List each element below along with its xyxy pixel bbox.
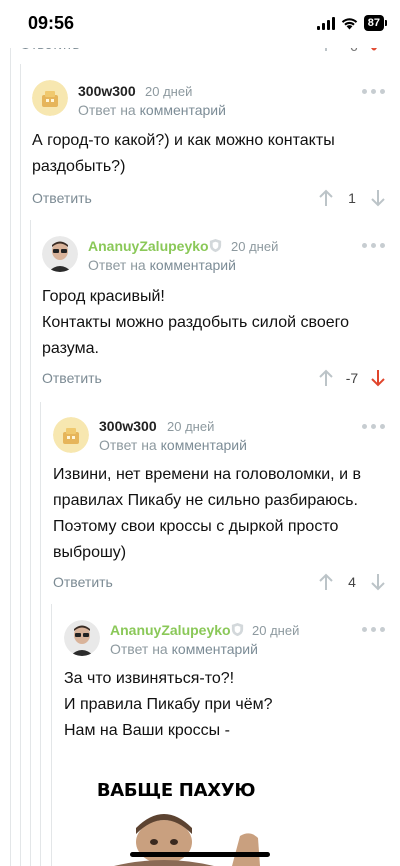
comment-line: Поэтому свои кроссы с дыркой просто — [53, 518, 339, 535]
meme-figure — [114, 814, 260, 866]
reply-to-prefix: Ответ на — [110, 641, 168, 657]
reply-to: Ответ на комментарий — [110, 641, 258, 657]
meme-image[interactable]: ВАБЩЕ ПАХУЮ — [64, 750, 288, 866]
reply-to-prefix: Ответ на — [99, 437, 157, 453]
avatar[interactable] — [42, 236, 78, 272]
reply-to: Ответ на комментарий — [99, 437, 247, 453]
reply-to-link[interactable]: комментарий — [161, 437, 247, 453]
status-bar: 09:56 87 — [0, 0, 400, 48]
avatar[interactable] — [53, 417, 89, 453]
comment-line: Город красивый! — [42, 288, 165, 305]
comment-line: выброшу) — [53, 544, 127, 561]
reply-to: Ответ на комментарий — [78, 102, 226, 118]
rating: 1 — [348, 190, 356, 206]
reply-to-prefix: Ответ на — [88, 257, 146, 273]
comment-line: А город-то какой?) и как можно контакты — [32, 132, 335, 149]
comment-date: 20 дней — [252, 623, 300, 638]
comment-author[interactable]: 300w300 — [99, 418, 157, 434]
comment-line: За что извиняться-то?! — [64, 670, 235, 687]
comment-author[interactable]: AnanuyZalupeyko — [88, 238, 209, 254]
downvote-icon[interactable] — [370, 573, 386, 591]
comment-body: Извини, нет времени на головоломки, и в … — [53, 462, 361, 566]
comment-body: А город-то какой?) и как можно контакты … — [32, 128, 335, 180]
thread-line — [20, 64, 21, 866]
rating: -7 — [345, 370, 359, 386]
more-options-icon[interactable] — [362, 424, 385, 429]
downvote-icon[interactable] — [370, 189, 386, 207]
upvote-icon[interactable] — [318, 573, 334, 591]
downvote-icon[interactable] — [370, 369, 386, 387]
reply-to: Ответ на комментарий — [88, 257, 236, 273]
comment-date: 20 дней — [167, 419, 215, 434]
comment-body: Город красивый! Контакты можно раздобыть… — [42, 284, 349, 362]
wifi-icon — [341, 17, 357, 29]
comment-line: Контакты можно раздобыть силой своего — [42, 314, 349, 331]
battery-indicator: 87 — [363, 15, 388, 31]
upvote-icon[interactable] — [318, 189, 334, 207]
shield-icon — [209, 238, 222, 253]
status-icons: 87 — [316, 15, 388, 31]
signal-icon — [316, 16, 335, 30]
shield-icon — [231, 622, 244, 637]
avatar[interactable] — [64, 620, 100, 656]
status-time: 09:56 — [28, 13, 75, 33]
home-indicator — [130, 852, 270, 857]
comment-line: раздобыть?) — [32, 158, 126, 175]
thread-line — [30, 220, 31, 866]
more-options-icon[interactable] — [362, 243, 385, 248]
more-options-icon[interactable] — [362, 89, 385, 94]
comment-line: правилах Пикабу не сильно разбираюсь. — [53, 492, 358, 509]
comment-date: 20 дней — [231, 239, 279, 254]
thread-line — [51, 604, 52, 866]
rating: 4 — [348, 574, 356, 590]
comment-author[interactable]: AnanuyZalupeyko — [110, 622, 231, 638]
thread-line — [40, 402, 41, 866]
comment-line: И правила Пикабу при чём? — [64, 696, 273, 713]
avatar[interactable] — [32, 80, 68, 116]
reply-to-prefix: Ответ на — [78, 102, 136, 118]
comment-line: разума. — [42, 340, 99, 357]
comment-date: 20 дней — [145, 84, 193, 99]
reply-to-link[interactable]: комментарий — [172, 641, 258, 657]
upvote-icon[interactable] — [318, 369, 334, 387]
reply-button[interactable]: Ответить — [53, 574, 113, 590]
reply-to-link[interactable]: комментарий — [140, 102, 226, 118]
comment-line: Извини, нет времени на головоломки, и в — [53, 466, 361, 483]
thread-line — [10, 48, 11, 866]
reply-to-link[interactable]: комментарий — [150, 257, 236, 273]
more-options-icon[interactable] — [362, 627, 385, 632]
comment-body: За что извиняться-то?! И правила Пикабу … — [64, 666, 273, 744]
comment-line: Нам на Ваши кроссы - — [64, 722, 230, 739]
reply-button[interactable]: Ответить — [42, 370, 102, 386]
comment-author[interactable]: 300w300 — [78, 83, 136, 99]
reply-button[interactable]: Ответить — [32, 190, 92, 206]
